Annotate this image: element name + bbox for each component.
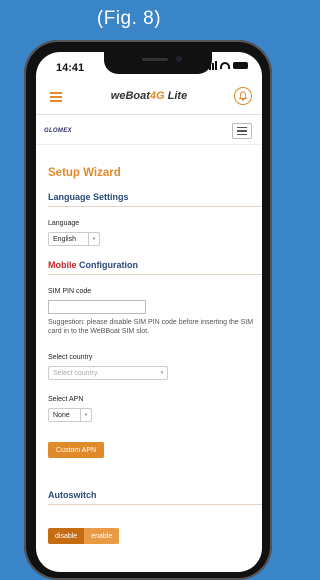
- app-header: weBoat4G Lite: [36, 82, 262, 115]
- wifi-icon: [220, 62, 230, 69]
- custom-apn-button[interactable]: Custom APN: [48, 442, 105, 458]
- brand-logo: weBoat4G Lite: [36, 90, 262, 102]
- page-title: Setup Wizard: [48, 167, 121, 179]
- logo-row: GLOMEX: [36, 120, 262, 145]
- mobile-section-heading: Mobile Configuration: [48, 260, 262, 275]
- figure-caption: (Fig. 8): [96, 8, 162, 29]
- country-placeholder: Select country: [53, 370, 98, 377]
- notification-bell-icon[interactable]: [234, 87, 252, 105]
- mobile-heading-accent: Mobile: [48, 260, 77, 270]
- sim-pin-input[interactable]: [48, 300, 146, 314]
- status-time: 14:41: [56, 62, 85, 74]
- chevron-down-icon: ▾: [160, 370, 164, 376]
- apn-select[interactable]: None ▾: [48, 408, 92, 422]
- speaker-grille: [142, 58, 168, 61]
- apn-selected: None: [53, 412, 70, 419]
- system-icons: [206, 61, 248, 70]
- language-selected: English: [53, 236, 76, 243]
- autoswitch-enable-button[interactable]: enable: [84, 528, 120, 544]
- glomex-logo: GLOMEX: [44, 128, 72, 134]
- language-label: Language: [48, 220, 80, 227]
- chevron-down-icon: ▾: [80, 409, 91, 421]
- nav-toggle-button[interactable]: [232, 123, 252, 139]
- sim-pin-label: SIM PIN code: [48, 288, 92, 295]
- brand-suffix: Lite: [167, 90, 188, 102]
- brand-accent: 4G: [149, 90, 165, 102]
- autoswitch-disable-button[interactable]: disable: [48, 528, 85, 544]
- country-label: Select country: [48, 354, 93, 361]
- country-select[interactable]: Select country ▾: [48, 366, 168, 380]
- camera-icon: [176, 56, 182, 62]
- phone-frame: 14:41 weBoat4G Lite GLOMEX Setup Wizard …: [24, 40, 272, 580]
- chevron-down-icon: ▾: [88, 233, 99, 245]
- apn-label: Select APN: [48, 396, 84, 403]
- language-section-heading: Language Settings: [48, 192, 262, 207]
- autoswitch-section-heading: Autoswitch: [48, 490, 262, 505]
- autoswitch-toggle[interactable]: disable enable: [48, 528, 120, 544]
- brand-main: weBoat: [110, 90, 150, 102]
- battery-icon: [233, 62, 248, 69]
- phone-screen: 14:41 weBoat4G Lite GLOMEX Setup Wizard …: [36, 52, 262, 572]
- sim-pin-suggestion: Suggestion: please disable SIM PIN code …: [48, 319, 254, 335]
- phone-notch: [104, 52, 212, 74]
- mobile-heading-rest: Configuration: [76, 260, 138, 270]
- language-select[interactable]: English ▾: [48, 232, 100, 246]
